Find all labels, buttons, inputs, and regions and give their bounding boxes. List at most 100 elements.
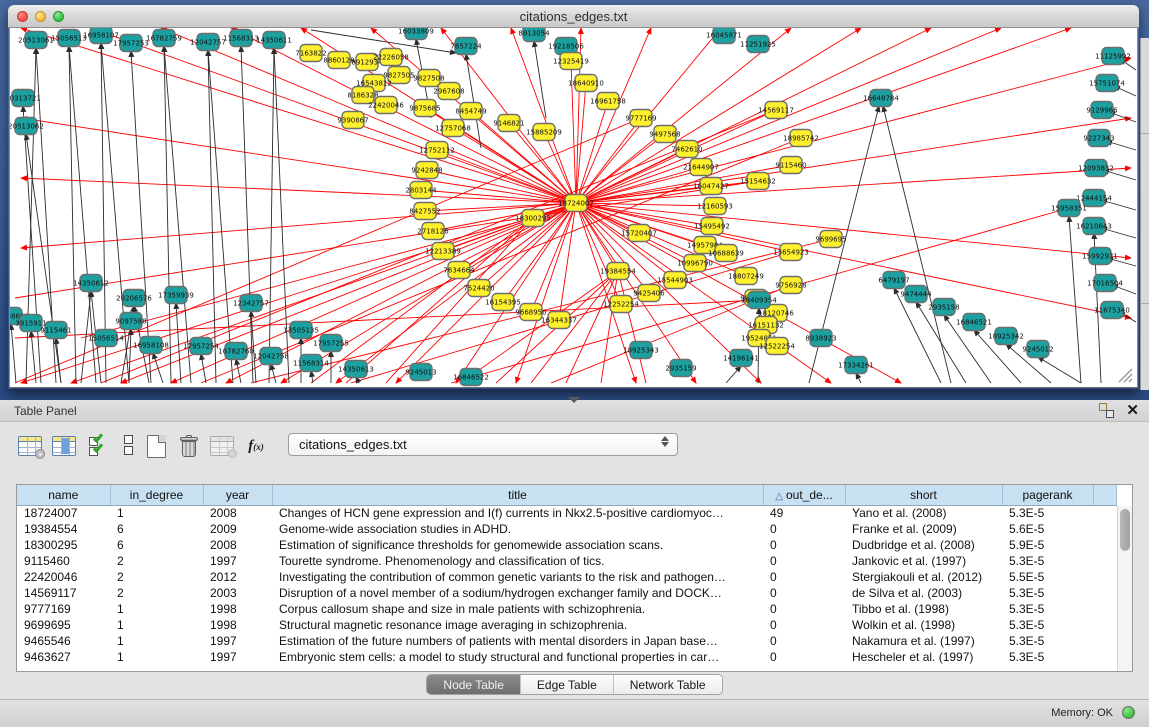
edge[interactable] [336, 203, 576, 383]
graph-node[interactable]: 9245013 [405, 364, 436, 381]
graph-node[interactable]: 16210643 [1076, 218, 1112, 235]
scrollbar-thumb[interactable] [1120, 509, 1130, 551]
graph-node[interactable]: 15056514 [88, 330, 124, 347]
panel-divider-handle[interactable] [568, 397, 580, 403]
graph-node[interactable]: 12752112 [419, 142, 455, 159]
row-height-icon[interactable] [115, 432, 143, 460]
column-header-name[interactable]: name [17, 485, 110, 505]
graph-node[interactable]: 16045871 [706, 28, 742, 44]
graph-node[interactable]: 9699695 [815, 231, 846, 248]
graph-node[interactable]: 16033809 [398, 28, 434, 40]
edge[interactable] [269, 48, 274, 383]
graph-node[interactable]: 15154632 [740, 173, 776, 190]
edge[interactable] [856, 373, 861, 383]
graph-node[interactable]: 8860128 [323, 52, 354, 69]
select-rows-icon[interactable] [84, 432, 112, 460]
edge[interactable] [11, 324, 16, 383]
graph-node[interactable]: 9129966 [1086, 102, 1118, 119]
graph-node[interactable]: 9875685 [409, 100, 440, 117]
table-row[interactable]: 911546021997Tourette syndrome. Phenomeno… [17, 553, 1117, 569]
table-row[interactable]: 1872400712008Changes of HCN gene express… [17, 505, 1117, 521]
graph-node[interactable]: 16961758 [590, 93, 626, 110]
float-panel-icon[interactable] [1099, 403, 1114, 418]
edge[interactable] [726, 366, 741, 383]
graph-node[interactable]: 17957255 [313, 335, 349, 352]
network-canvas-container[interactable]: 2051306115056513169581071795725316782759… [9, 28, 1138, 388]
graph-node[interactable]: 15885209 [526, 124, 562, 141]
graph-node[interactable]: 16648784 [863, 90, 899, 107]
graph-node[interactable]: 12160593 [697, 198, 733, 215]
table-row[interactable]: 2242004622012Investigating the contribut… [17, 569, 1117, 585]
graph-node[interactable]: 9115461 [40, 322, 71, 339]
table-row[interactable]: 946554611997Estimation of the future num… [17, 633, 1117, 649]
graph-node[interactable]: 20313721 [10, 90, 41, 107]
graph-node[interactable]: 18985742 [783, 130, 819, 147]
graph-node[interactable]: 9497568 [649, 126, 680, 143]
graph-node[interactable]: 15992971 [1082, 248, 1118, 265]
graph-node[interactable]: 9097588 [115, 313, 146, 330]
graph-node[interactable]: 11675340 [1094, 302, 1130, 319]
graph-node[interactable]: 2935159 [665, 360, 696, 377]
graph-node[interactable]: 9245012 [1022, 341, 1053, 358]
graph-node[interactable]: 6479197 [878, 272, 909, 289]
table-settings-icon[interactable] [16, 432, 44, 460]
column-header-title[interactable]: title [272, 485, 763, 505]
network-view-window[interactable]: citations_edges.txt 20513061150565131695… [8, 5, 1139, 389]
graph-node[interactable]: 2718126 [417, 223, 449, 240]
graph-node[interactable]: 18640910 [568, 75, 604, 92]
graph-node[interactable]: 16958108 [133, 337, 169, 354]
graph-node[interactable]: 15495492 [694, 218, 730, 235]
network-window-titlebar[interactable]: citations_edges.txt [8, 5, 1139, 28]
graph-node[interactable]: 8813054 [518, 28, 550, 42]
column-header-pagerank[interactable]: pagerank [1002, 485, 1093, 505]
graph-node[interactable]: 8938923 [805, 330, 836, 347]
graph-node[interactable]: 19384554 [600, 263, 636, 280]
node-table[interactable]: namein_degreeyeartitle△out_de...shortpag… [16, 484, 1133, 672]
graph-node[interactable]: 8454749 [455, 103, 486, 120]
close-panel-icon[interactable]: ✕ [1126, 403, 1139, 418]
graph-node[interactable]: 12042757 [190, 34, 226, 51]
graph-node[interactable]: 18300295 [515, 210, 551, 227]
graph-node[interactable]: 14350612 [73, 275, 109, 292]
graph-node[interactable]: 18807249 [728, 268, 764, 285]
table-row[interactable]: 1830029562008Estimation of significance … [17, 537, 1117, 553]
graph-node[interactable]: 9425406 [633, 285, 665, 302]
function-builder-icon[interactable]: f(x) [242, 432, 270, 460]
edge[interactable] [241, 46, 253, 383]
graph-node[interactable]: 12093832 [1078, 160, 1114, 177]
graph-node[interactable]: 17334261 [838, 357, 874, 374]
select-columns-icon[interactable] [50, 432, 78, 460]
edge[interactable] [201, 354, 206, 383]
edge[interactable] [311, 371, 313, 383]
edge[interactable] [164, 46, 171, 383]
edge[interactable] [271, 364, 276, 383]
edge[interactable] [576, 203, 1131, 318]
tab-edge-table[interactable]: Edge Table [521, 675, 614, 694]
graph-node[interactable]: 20513062 [10, 118, 44, 135]
graph-node[interactable]: 11568313 [223, 30, 259, 47]
graph-node[interactable]: 7857224 [450, 38, 482, 55]
new-document-icon[interactable] [142, 432, 170, 460]
graph-node[interactable]: 20513061 [18, 32, 54, 49]
edge[interactable] [176, 303, 181, 383]
graph-node[interactable]: 8427552 [409, 203, 440, 220]
resize-grip-icon[interactable] [1119, 369, 1132, 382]
table-selector-dropdown[interactable]: citations_edges.txt [288, 433, 678, 456]
edge[interactable] [576, 203, 791, 252]
table-row[interactable]: 1456911722003Disruption of a novel membe… [17, 585, 1117, 601]
edge[interactable] [131, 51, 151, 383]
edge[interactable] [576, 203, 715, 206]
graph-node[interactable]: 9756928 [775, 277, 806, 294]
edge[interactable] [1069, 216, 1081, 383]
graph-node[interactable]: 7524420 [463, 280, 494, 297]
table-row[interactable]: 1938455462009Genome-wide association stu… [17, 521, 1117, 537]
table-row[interactable]: 946362711997Embryonic stem cells: a mode… [17, 649, 1117, 665]
graph-node[interactable]: 2935158 [928, 299, 959, 316]
column-header-year[interactable]: year [203, 485, 272, 505]
graph-node[interactable]: 2803144 [405, 182, 437, 199]
graph-node[interactable]: 9115460 [775, 157, 806, 174]
graph-node[interactable]: 17016504 [1087, 275, 1123, 292]
column-header-out_degree[interactable]: △out_de... [763, 485, 845, 505]
graph-node[interactable]: 11125992 [1095, 48, 1131, 65]
edge[interactable] [236, 359, 241, 383]
